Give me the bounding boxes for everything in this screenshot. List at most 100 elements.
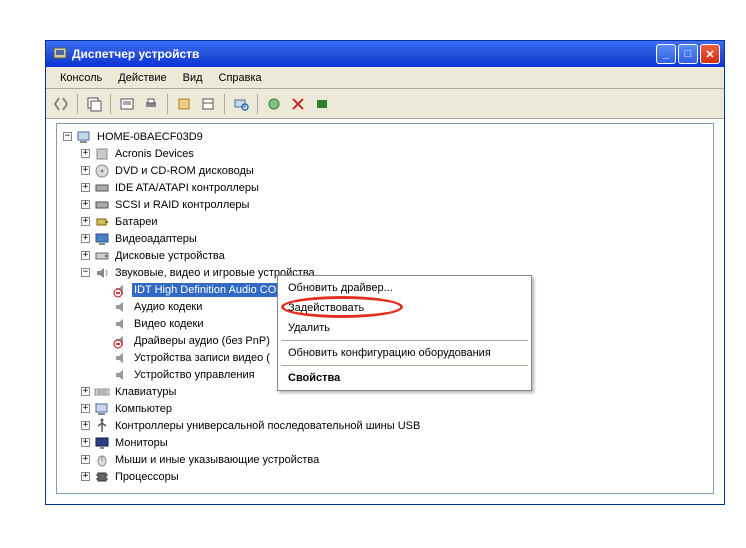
tree-root[interactable]: − HOME-0BAECF03D9 bbox=[59, 128, 713, 145]
category-label: Процессоры bbox=[113, 470, 181, 484]
tree-category[interactable]: + Мониторы bbox=[59, 434, 713, 451]
toolbar-separator bbox=[167, 94, 168, 114]
context-menu: Обновить драйвер... Задействовать Удалит… bbox=[277, 275, 532, 391]
cpu-icon bbox=[94, 469, 110, 485]
display-icon bbox=[94, 231, 110, 247]
expander-plus-icon[interactable]: + bbox=[81, 251, 90, 260]
toolbar-print-button[interactable] bbox=[140, 93, 162, 115]
expander-plus-icon[interactable]: + bbox=[81, 183, 90, 192]
tree-category[interactable]: + Контроллеры универсальной последователь… bbox=[59, 417, 713, 434]
category-label: Клавиатуры bbox=[113, 385, 178, 399]
expander-minus-icon[interactable]: − bbox=[81, 268, 90, 277]
sound-device-icon bbox=[113, 316, 129, 332]
category-label: Мониторы bbox=[113, 436, 170, 450]
expander-plus-icon[interactable]: + bbox=[81, 472, 90, 481]
toolbar-button-9[interactable] bbox=[287, 93, 309, 115]
expander-plus-icon[interactable]: + bbox=[81, 404, 90, 413]
category-label: Контроллеры универсальной последовательн… bbox=[113, 419, 422, 433]
tree-category[interactable]: + SCSI и RAID контроллеры bbox=[59, 196, 713, 213]
toolbar-button-5[interactable] bbox=[173, 93, 195, 115]
menubar: Консоль Действие Вид Справка bbox=[46, 67, 724, 89]
scsi-icon bbox=[94, 197, 110, 213]
root-label: HOME-0BAECF03D9 bbox=[95, 130, 205, 144]
tree-category[interactable]: + Процессоры bbox=[59, 468, 713, 485]
device-label: Устройство управления bbox=[132, 368, 257, 382]
tree-category[interactable]: + Видеоадаптеры bbox=[59, 230, 713, 247]
category-label: Дисковые устройства bbox=[113, 249, 227, 263]
category-label: Видеоадаптеры bbox=[113, 232, 199, 246]
computer-icon bbox=[76, 129, 92, 145]
expander-minus-icon[interactable]: − bbox=[63, 132, 72, 141]
tree-category[interactable]: + Батареи bbox=[59, 213, 713, 230]
app-icon bbox=[52, 46, 68, 62]
sound-device-icon bbox=[113, 350, 129, 366]
category-label: DVD и CD-ROM дисководы bbox=[113, 164, 256, 178]
expander-plus-icon[interactable]: + bbox=[81, 149, 90, 158]
mouse-icon bbox=[94, 452, 110, 468]
toolbar-separator bbox=[224, 94, 225, 114]
window-title: Диспетчер устройств bbox=[72, 47, 654, 61]
tree-category[interactable]: + Acronis Devices bbox=[59, 145, 713, 162]
expander-plus-icon[interactable]: + bbox=[81, 217, 90, 226]
toolbar-button-1[interactable] bbox=[50, 93, 72, 115]
expander-plus-icon[interactable]: + bbox=[81, 234, 90, 243]
device-manager-window: Диспетчер устройств _ □ ✕ Консоль Действ… bbox=[45, 40, 725, 505]
toolbar-separator bbox=[110, 94, 111, 114]
device-label: Аудио кодеки bbox=[132, 300, 204, 314]
ctx-enable[interactable]: Задействовать bbox=[280, 298, 529, 318]
category-label: SCSI и RAID контроллеры bbox=[113, 198, 251, 212]
sound-device-icon bbox=[113, 367, 129, 383]
ctx-separator bbox=[281, 365, 528, 366]
keyboard-icon bbox=[94, 384, 110, 400]
toolbar-button-8[interactable] bbox=[263, 93, 285, 115]
expander-plus-icon[interactable]: + bbox=[81, 200, 90, 209]
toolbar-properties-button[interactable] bbox=[116, 93, 138, 115]
cd-icon bbox=[94, 163, 110, 179]
category-label: Acronis Devices bbox=[113, 147, 196, 161]
ide-icon bbox=[94, 180, 110, 196]
device-label: Драйверы аудио (без PnP) bbox=[132, 334, 272, 348]
toolbar-button-10[interactable] bbox=[311, 93, 333, 115]
menu-action[interactable]: Действие bbox=[110, 69, 174, 87]
toolbar-button-6[interactable] bbox=[197, 93, 219, 115]
category-label: Компьютер bbox=[113, 402, 174, 416]
disk-icon bbox=[94, 248, 110, 264]
ctx-rescan[interactable]: Обновить конфигурацию оборудования bbox=[280, 343, 529, 363]
expander-plus-icon[interactable]: + bbox=[81, 455, 90, 464]
maximize-button[interactable]: □ bbox=[678, 44, 698, 64]
tree-category[interactable]: + Дисковые устройства bbox=[59, 247, 713, 264]
menu-help[interactable]: Справка bbox=[211, 69, 270, 87]
sound-device-icon bbox=[113, 333, 129, 349]
toolbar-separator bbox=[257, 94, 258, 114]
ctx-properties[interactable]: Свойства bbox=[280, 368, 529, 388]
expander-plus-icon[interactable]: + bbox=[81, 421, 90, 430]
sound-device-icon bbox=[113, 299, 129, 315]
tree-category[interactable]: + Компьютер bbox=[59, 400, 713, 417]
tree-category[interactable]: +Мыши и иные указывающие устройства bbox=[59, 451, 713, 468]
battery-icon bbox=[94, 214, 110, 230]
sound-icon bbox=[94, 265, 110, 281]
expander-plus-icon[interactable]: + bbox=[81, 438, 90, 447]
tree-category[interactable]: +IDE ATA/ATAPI контроллеры bbox=[59, 179, 713, 196]
menu-console[interactable]: Консоль bbox=[52, 69, 110, 87]
toolbar-separator bbox=[77, 94, 78, 114]
menu-view[interactable]: Вид bbox=[175, 69, 211, 87]
monitor-icon bbox=[94, 435, 110, 451]
category-label: Батареи bbox=[113, 215, 160, 229]
device-label: Устройства записи видео ( bbox=[132, 351, 272, 365]
expander-plus-icon[interactable]: + bbox=[81, 166, 90, 175]
ctx-update-driver[interactable]: Обновить драйвер... bbox=[280, 278, 529, 298]
device-label: Видео кодеки bbox=[132, 317, 206, 331]
computer-icon bbox=[94, 401, 110, 417]
expander-plus-icon[interactable]: + bbox=[81, 387, 90, 396]
toolbar-scan-button[interactable] bbox=[230, 93, 252, 115]
close-button[interactable]: ✕ bbox=[700, 44, 720, 64]
toolbar bbox=[46, 89, 724, 119]
titlebar: Диспетчер устройств _ □ ✕ bbox=[46, 41, 724, 67]
toolbar-button-2[interactable] bbox=[83, 93, 105, 115]
minimize-button[interactable]: _ bbox=[656, 44, 676, 64]
tree-category[interactable]: + DVD и CD-ROM дисководы bbox=[59, 162, 713, 179]
ctx-delete[interactable]: Удалить bbox=[280, 318, 529, 338]
usb-icon bbox=[94, 418, 110, 434]
ctx-separator bbox=[281, 340, 528, 341]
